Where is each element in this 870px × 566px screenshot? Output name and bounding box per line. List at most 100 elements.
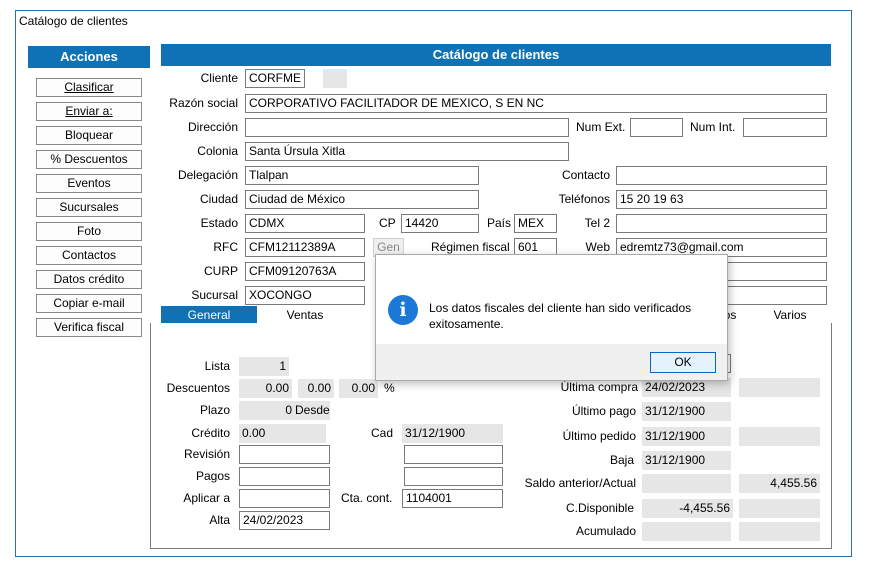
extra-right-input-2[interactable] [720,286,827,305]
condiciones-title: Condiciones [297,328,376,343]
ultimo-pedido-extra [739,427,820,446]
baja-value: 31/12/1900 [642,451,731,470]
razon-social-input[interactable]: CORPORATIVO FACILITADOR DE MEXICO, S EN … [245,94,827,113]
curp-label: CURP [203,264,238,278]
descuento-3-value: 0.00 [339,379,378,398]
eventos-button[interactable]: Eventos [36,174,142,193]
bloquear-button[interactable]: Bloquear [36,126,142,145]
cta-cont-input[interactable]: 1104001 [402,489,503,508]
sucursales-button[interactable]: Sucursales [36,198,142,217]
rfc-input[interactable]: CFM12112389A [245,238,365,257]
ultimo-pedido-value: 31/12/1900 [642,427,731,446]
pagos-extra-input[interactable] [404,467,503,486]
colonia-input[interactable]: Santa Úrsula Xitla [245,142,569,161]
web-label: Web [585,240,610,254]
num-ext-input[interactable] [630,118,683,137]
num-int-input[interactable] [743,118,827,137]
extra-right-input-1[interactable] [720,262,827,281]
cad-value: 31/12/1900 [402,424,503,443]
regimen-fiscal-label: Régimen fiscal [431,240,510,254]
delegacion-label: Delegación [177,168,238,182]
tel2-input[interactable] [616,214,827,233]
enviar-a-button[interactable]: Enviar a: [36,102,142,121]
actions-header: Acciones [28,46,150,68]
form-header: Catálogo de clientes [161,44,831,66]
percent-suffix: % [384,381,395,395]
ultima-compra-label: Última compra [560,380,638,394]
info-icon: i [388,295,418,325]
contacto-input[interactable] [616,166,827,185]
contactos-button[interactable]: Contactos [36,246,142,265]
credito-label: Crédito [191,426,230,440]
clasificar-button[interactable]: Clasificar [36,78,142,97]
rfc-label: RFC [213,240,238,254]
descuento-2-value: 0.00 [298,379,334,398]
plazo-desde: Desde [294,401,330,420]
num-ext-label: Num Ext. [576,120,626,134]
razon-social-label: Razón social [169,96,238,110]
tab-general[interactable]: General [161,306,257,324]
estado-label: Estado [200,216,238,230]
ciudad-label: Ciudad [199,192,238,206]
cad-label: Cad [371,426,394,440]
revision-extra-input[interactable] [404,445,503,464]
descuento-1-value: 0.00 [239,379,292,398]
revision-label: Revisión [183,447,230,461]
pagos-label: Pagos [195,469,230,483]
baja-label: Baja [609,453,634,467]
direccion-input[interactable] [245,118,569,137]
tab-ventas[interactable]: Ventas [265,306,345,324]
descuentos-label: Descuentos [166,381,230,395]
message-dialog: i Los datos fiscales del cliente han sid… [375,254,728,381]
disponible-value: -4,455.56 [642,499,733,518]
aplicar-a-label: Aplicar a [183,491,230,505]
alta-label: Alta [209,513,230,527]
cliente-label: Cliente [200,71,238,85]
acumulado-label: Acumulado [575,524,636,538]
cp-label: CP [379,216,396,230]
direccion-label: Dirección [187,120,238,134]
verifica-fiscal-button[interactable]: Verifica fiscal [36,318,142,337]
datos-credito-button[interactable]: Datos crédito [36,270,142,289]
pais-label: País [487,216,512,230]
cliente-input[interactable]: CORFME [245,69,305,88]
copiar-email-button[interactable]: Copiar e-mail [36,294,142,313]
lista-value: 1 [239,357,289,376]
aplicar-a-input[interactable] [239,489,330,508]
ultimo-pago-label: Último pago [571,404,636,418]
dialog-footer: OK [376,344,727,380]
revision-input[interactable] [239,445,330,464]
delegacion-input[interactable]: Tlalpan [245,166,479,185]
num-int-label: Num Int. [690,120,736,134]
telefonos-input[interactable]: 15 20 19 63 [616,190,827,209]
credito-value: 0.00 [239,424,326,443]
cta-cont-label: Cta. cont. [341,491,393,505]
foto-button[interactable]: Foto [36,222,142,241]
colonia-label: Colonia [197,144,238,158]
pagos-input[interactable] [239,467,330,486]
acumulado-value [642,522,731,541]
cliente-extra-box [323,69,347,88]
ciudad-input[interactable]: Ciudad de México [245,190,479,209]
ok-button[interactable]: OK [650,352,716,373]
cp-input[interactable]: 14420 [401,214,479,233]
ultimo-pedido-label: Último pedido [562,429,636,443]
tab-varios[interactable]: Varios [760,306,820,324]
curp-input[interactable]: CFM09120763A [245,262,365,281]
dialog-message: Los datos fiscales del cliente han sido … [429,301,692,331]
sucursal-input[interactable]: XOCONGO [245,286,365,305]
saldo-anterior-value [642,474,731,493]
disponible-extra [739,499,820,518]
lista-label: Lista [204,359,230,373]
plazo-label: Plazo [199,403,230,417]
disponible-label: C.Disponible [565,501,634,515]
descuentos-button[interactable]: % Descuentos [36,150,142,169]
contacto-label: Contacto [561,168,610,182]
saldo-actual-value: 4,455.56 [739,474,820,493]
estado-input[interactable]: CDMX [245,214,365,233]
tel2-label: Tel 2 [584,216,610,230]
window-title: Catálogo de clientes [19,14,128,28]
alta-input[interactable]: 24/02/2023 [239,511,330,530]
telefonos-label: Teléfonos [558,192,610,206]
saldo-label: Saldo anterior/Actual [524,476,636,490]
